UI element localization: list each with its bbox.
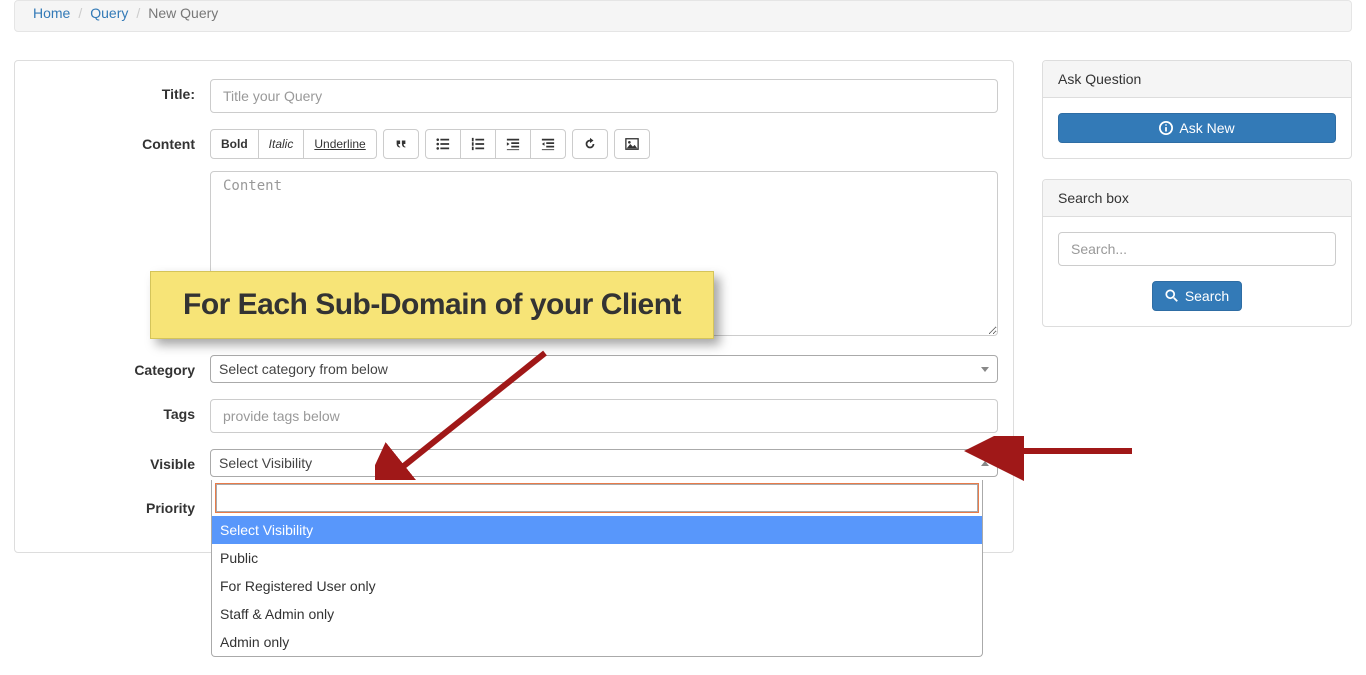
breadcrumb-query[interactable]: Query <box>90 5 128 21</box>
visibility-dropdown: Select Visibility Public For Registered … <box>211 480 983 657</box>
category-label: Category <box>30 355 210 378</box>
editor-toolbar: Bold Italic Underline <box>210 129 998 159</box>
info-icon <box>1159 121 1173 135</box>
content-label: Content <box>30 129 210 152</box>
chevron-down-icon <box>981 367 989 372</box>
image-button[interactable] <box>614 129 650 159</box>
ask-question-heading: Ask Question <box>1043 61 1351 98</box>
title-label: Title: <box>30 79 210 102</box>
search-heading: Search box <box>1043 180 1351 217</box>
ask-new-button[interactable]: Ask New <box>1058 113 1336 143</box>
visible-label: Visible <box>30 449 210 472</box>
ol-icon <box>471 137 485 151</box>
outdent-icon <box>506 137 520 151</box>
annotation-callout: For Each Sub-Domain of your Client <box>150 271 714 339</box>
main-form-panel: Title: Content Bold Italic Underline <box>14 60 1014 553</box>
visibility-options: Select Visibility Public For Registered … <box>212 516 982 656</box>
search-button[interactable]: Search <box>1152 281 1242 311</box>
redo-icon <box>583 137 597 151</box>
visibility-option[interactable]: For Registered User only <box>212 572 982 600</box>
visibility-option[interactable]: Staff & Admin only <box>212 600 982 628</box>
bold-button[interactable]: Bold <box>210 129 259 159</box>
breadcrumb-current: New Query <box>128 5 218 21</box>
search-icon <box>1165 289 1179 303</box>
visibility-option[interactable]: Select Visibility <box>212 516 982 544</box>
image-icon <box>625 137 639 151</box>
breadcrumb: Home Query New Query <box>33 5 1333 21</box>
outdent-button[interactable] <box>495 129 531 159</box>
visibility-option[interactable]: Public <box>212 544 982 572</box>
ask-question-panel: Ask Question Ask New <box>1042 60 1352 159</box>
visibility-search-input[interactable] <box>216 484 978 512</box>
priority-label: Priority <box>30 493 210 516</box>
redo-button[interactable] <box>572 129 608 159</box>
quote-button[interactable] <box>383 129 419 159</box>
breadcrumb-bar: Home Query New Query <box>14 0 1352 32</box>
indent-button[interactable] <box>530 129 566 159</box>
category-select[interactable]: Select category from below <box>210 355 998 383</box>
visible-select[interactable]: Select Visibility <box>210 449 998 477</box>
italic-button[interactable]: Italic <box>258 129 305 159</box>
chevron-up-icon <box>981 461 989 466</box>
indent-icon <box>541 137 555 151</box>
category-selected: Select category from below <box>219 361 388 377</box>
sidebar: Ask Question Ask New Search box Search <box>1042 60 1352 553</box>
tags-input[interactable] <box>210 399 998 433</box>
visible-selected: Select Visibility <box>219 455 312 471</box>
search-panel: Search box Search <box>1042 179 1352 327</box>
search-input[interactable] <box>1058 232 1336 266</box>
unordered-list-button[interactable] <box>425 129 461 159</box>
tags-label: Tags <box>30 399 210 422</box>
title-input[interactable] <box>210 79 998 113</box>
ul-icon <box>436 137 450 151</box>
underline-button[interactable]: Underline <box>303 129 376 159</box>
breadcrumb-home[interactable]: Home <box>33 5 70 21</box>
visibility-option[interactable]: Admin only <box>212 628 982 656</box>
ordered-list-button[interactable] <box>460 129 496 159</box>
quote-icon <box>394 137 408 151</box>
